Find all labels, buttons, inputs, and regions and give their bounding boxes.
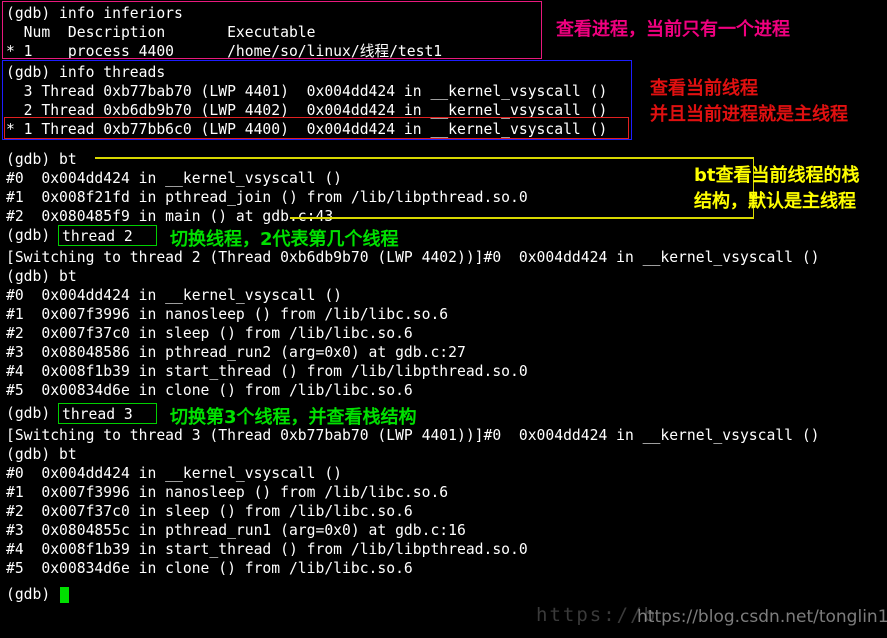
annotation-line: 查看进程，当前只有一个进程 bbox=[556, 19, 790, 40]
terminal-line: (gdb) info inferiors bbox=[6, 5, 183, 22]
terminal-line: 3 Thread 0xb77bab70 (LWP 4401) 0x004dd42… bbox=[6, 83, 608, 100]
terminal-line: (gdb) bt bbox=[6, 446, 77, 463]
terminal-line: (gdb) bt bbox=[6, 151, 77, 168]
annotation-line: bt查看当前线程的栈 bbox=[694, 165, 860, 186]
terminal-line: #2 0x080485f9 in main () at gdb.c:43 bbox=[6, 208, 334, 225]
annotation-line: 并且当前进程就是主线程 bbox=[650, 104, 848, 125]
terminal-line: (gdb) info threads bbox=[6, 64, 166, 81]
bt-bracket-top-edge bbox=[95, 157, 754, 159]
terminal-line: #0 0x004dd424 in __kernel_vsyscall () bbox=[6, 170, 343, 187]
annotation-line: 切换第3个线程，并查看栈结构 bbox=[170, 407, 417, 428]
thread2-note: 切换线程，2代表第几个线程 bbox=[170, 227, 399, 253]
terminal-line: (gdb) bbox=[6, 227, 60, 244]
terminal-line: (gdb) bt bbox=[6, 268, 77, 285]
terminal-line: #2 0x007f37c0 in sleep () from /lib/libc… bbox=[6, 503, 413, 520]
terminal-line: #3 0x08048586 in pthread_run2 (arg=0x0) … bbox=[6, 344, 466, 361]
terminal-line: #5 0x00834d6e in clone () from /lib/libc… bbox=[6, 560, 413, 577]
terminal-line: Num Description Executable bbox=[6, 24, 316, 41]
terminal-line: #4 0x008f1b39 in start_thread () from /l… bbox=[6, 541, 528, 558]
annotation-line: 结构，默认是主线程 bbox=[694, 191, 856, 212]
terminal-line: #2 0x007f37c0 in sleep () from /lib/libc… bbox=[6, 325, 413, 342]
terminal-line: #1 0x007f3996 in nanosleep () from /lib/… bbox=[6, 484, 449, 501]
terminal-line: * 1 process 4400 /home/so/linux/线程/test1 bbox=[6, 43, 443, 60]
thread3-note: 切换第3个线程，并查看栈结构 bbox=[170, 405, 417, 431]
terminal-line: (gdb) bbox=[6, 586, 51, 603]
terminal-line: #0 0x004dd424 in __kernel_vsyscall () bbox=[6, 287, 343, 304]
bt-note: bt查看当前线程的栈 结构，默认是主线程 bbox=[694, 163, 860, 215]
terminal-line: #5 0x00834d6e in clone () from /lib/libc… bbox=[6, 382, 413, 399]
terminal-cursor bbox=[60, 587, 69, 603]
inferiors-note: 查看进程，当前只有一个进程 bbox=[556, 17, 790, 43]
terminal-line: #1 0x007f3996 in nanosleep () from /lib/… bbox=[6, 306, 449, 323]
terminal-line: #0 0x004dd424 in __kernel_vsyscall () bbox=[6, 465, 343, 482]
terminal-line: * 1 Thread 0xb77bb6c0 (LWP 4400) 0x004dd… bbox=[6, 121, 608, 138]
terminal-line: [Switching to thread 2 (Thread 0xb6db9b7… bbox=[6, 249, 820, 266]
annotation-line: 切换线程，2代表第几个线程 bbox=[170, 229, 399, 250]
terminal-line: #1 0x008f21fd in pthread_join () from /l… bbox=[6, 189, 528, 206]
annotation-line: 查看当前线程 bbox=[650, 78, 758, 99]
terminal-line: (gdb) bbox=[6, 405, 60, 422]
bt-bracket-bottom-edge bbox=[290, 217, 754, 219]
terminal-line: #4 0x008f1b39 in start_thread () from /l… bbox=[6, 363, 528, 380]
terminal-line: 2 Thread 0xb6db9b70 (LWP 4402) 0x004dd42… bbox=[6, 102, 608, 119]
threads-note: 查看当前线程并且当前进程就是主线程 bbox=[650, 76, 848, 128]
typed-command[interactable]: thread 2 bbox=[62, 227, 133, 246]
typed-command[interactable]: thread 3 bbox=[62, 405, 133, 424]
terminal-line: #3 0x0804855c in pthread_run1 (arg=0x0) … bbox=[6, 522, 466, 539]
